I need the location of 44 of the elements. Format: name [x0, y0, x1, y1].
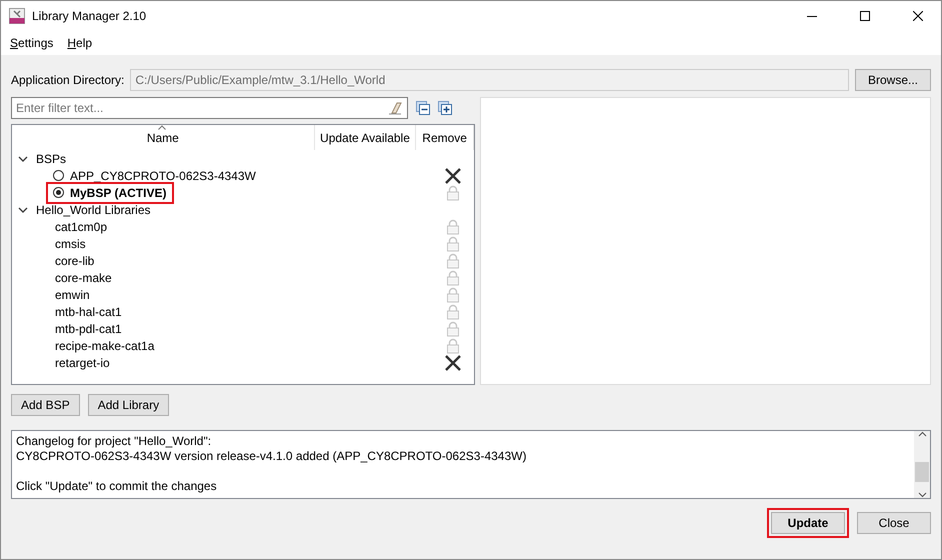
app-icon [9, 8, 25, 24]
column-header[interactable]: Remove [422, 130, 467, 144]
chevron-icon[interactable] [18, 206, 28, 214]
scroll-down-icon[interactable] [918, 492, 926, 498]
delete-icon[interactable] [444, 354, 462, 372]
eraser-icon[interactable] [388, 101, 402, 115]
menu-item[interactable]: Help [67, 36, 92, 50]
delete-icon[interactable] [444, 166, 462, 184]
tree-group[interactable]: Hello_World Libraries [36, 202, 150, 216]
sort-icon[interactable] [158, 125, 166, 130]
dialog-button[interactable]: Close [857, 512, 931, 534]
radio-button[interactable] [53, 170, 64, 181]
maximize-icon[interactable] [860, 11, 870, 21]
library-name[interactable]: cmsis [55, 236, 86, 250]
add-button[interactable]: Add BSP [11, 394, 80, 416]
add-button[interactable]: Add Library [88, 394, 170, 416]
tree-group[interactable]: BSPs [36, 152, 66, 166]
library-name[interactable]: core-lib [55, 254, 94, 268]
menu-item[interactable]: Settings [10, 36, 54, 50]
browse-button[interactable]: Browse... [855, 69, 931, 91]
expand-all-icon[interactable] [438, 101, 452, 115]
window-title: Library Manager 2.10 [32, 9, 146, 23]
library-name[interactable]: mtb-hal-cat1 [55, 304, 122, 318]
library-name[interactable]: mtb-pdl-cat1 [55, 322, 122, 336]
changelog-text: Changelog for project "Hello_World": CY8CPROTO-062S3-4343W version release-v4.1.0 added (APP_CY8CPROTO-062S3-4343W) Click "Update" to commit the changes [15, 433, 528, 495]
dialog-button[interactable]: Update [771, 512, 845, 534]
library-name[interactable]: retarget-io [55, 356, 110, 370]
column-header[interactable]: Update Available [320, 130, 410, 144]
directory-field[interactable]: C:/Users/Public/Example/mtw_3.1/Hello_World [130, 69, 849, 91]
filter-field[interactable]: Enter filter text... [11, 97, 408, 119]
field-label: Application Directory: [11, 73, 124, 87]
bsp-name[interactable]: MyBSP (ACTIVE) [70, 186, 166, 200]
collapse-all-icon[interactable] [416, 101, 430, 115]
scrollbar[interactable] [914, 431, 930, 498]
bsp-name[interactable]: APP_CY8CPROTO-062S3-4343W [70, 168, 256, 182]
library-name[interactable]: cat1cm0p [55, 220, 108, 234]
library-name[interactable]: emwin [55, 288, 90, 302]
library-name[interactable]: core-make [55, 270, 112, 284]
library-name[interactable]: recipe-make-cat1a [55, 338, 154, 352]
close-icon[interactable] [913, 11, 923, 21]
chevron-icon[interactable] [18, 154, 28, 162]
scroll-up-icon[interactable] [918, 431, 926, 437]
column-header[interactable]: Name [146, 130, 179, 144]
radio-button[interactable] [53, 187, 64, 198]
